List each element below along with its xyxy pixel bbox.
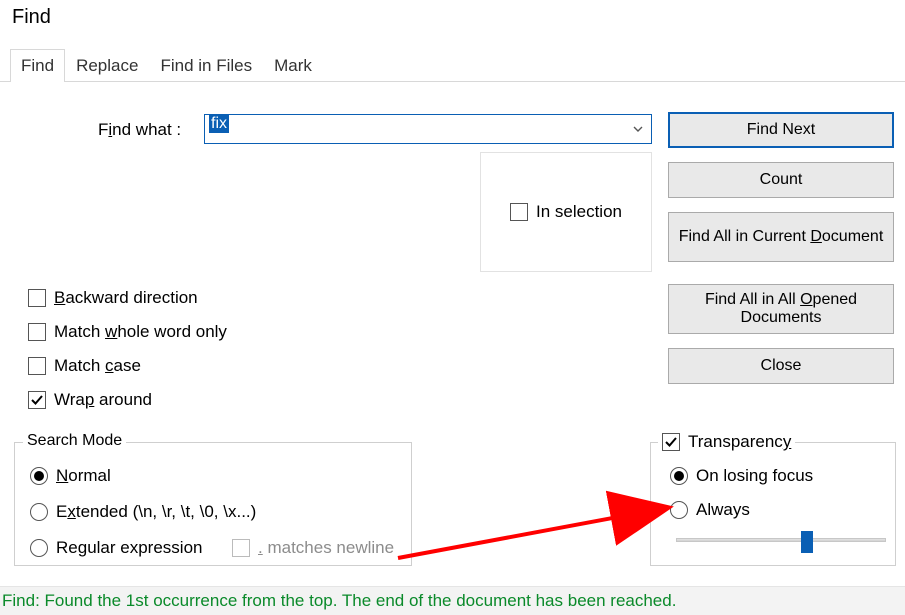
wrap-around-checkbox[interactable]: Wrap around	[28, 390, 152, 410]
in-selection-label: In selection	[536, 202, 622, 222]
checkbox-icon	[28, 357, 46, 375]
search-mode-regex-label: Regular expression	[56, 538, 202, 558]
transparency-always-label: Always	[696, 500, 750, 520]
transparency-always-radio[interactable]: Always	[670, 500, 750, 520]
tab-strip: Find Replace Find in Files Mark	[0, 46, 905, 82]
check-icon	[665, 436, 677, 448]
match-whole-word-checkbox[interactable]: Match whole word only	[28, 322, 227, 342]
tab-find-in-files[interactable]: Find in Files	[149, 49, 263, 82]
find-what-dropdown[interactable]	[625, 115, 651, 143]
find-what-input[interactable]: fix	[204, 114, 652, 144]
annotation-arrow	[394, 488, 694, 568]
matches-newline-label: . matches newline	[258, 538, 394, 558]
wrap-around-label: Wrap around	[54, 390, 152, 410]
search-mode-legend: Search Mode	[23, 432, 126, 450]
in-selection-panel: In selection	[480, 152, 652, 272]
search-mode-extended-label: Extended (\n, \r, \t, \0, \x...)	[56, 502, 256, 522]
tab-replace[interactable]: Replace	[65, 49, 149, 82]
radio-icon	[670, 467, 688, 485]
in-selection-checkbox[interactable]: In selection	[510, 202, 622, 222]
search-mode-normal-label: Normal	[56, 466, 111, 486]
slider-thumb[interactable]	[801, 531, 813, 553]
window-title: Find	[12, 6, 51, 29]
transparency-checkbox[interactable]: Transparency	[658, 432, 795, 452]
find-all-opened-docs-button[interactable]: Find All in All Opened Documents	[668, 284, 894, 334]
checkbox-icon	[28, 323, 46, 341]
transparency-on-losing-focus-radio[interactable]: On losing focus	[670, 466, 813, 486]
find-what-label: Find what :	[98, 120, 181, 140]
match-case-label: Match case	[54, 356, 141, 376]
backward-direction-checkbox[interactable]: Backward direction	[28, 288, 198, 308]
checkbox-icon	[662, 433, 680, 451]
radio-icon	[30, 539, 48, 557]
radio-icon	[30, 503, 48, 521]
chevron-down-icon	[632, 123, 644, 135]
transparency-on-losing-focus-label: On losing focus	[696, 466, 813, 486]
find-what-value[interactable]: fix	[205, 115, 625, 143]
match-case-checkbox[interactable]: Match case	[28, 356, 141, 376]
checkbox-icon	[28, 391, 46, 409]
tab-mark[interactable]: Mark	[263, 49, 323, 82]
tab-find[interactable]: Find	[10, 49, 65, 82]
checkbox-icon	[510, 203, 528, 221]
search-mode-extended-radio[interactable]: Extended (\n, \r, \t, \0, \x...)	[30, 502, 256, 522]
checkbox-icon	[28, 289, 46, 307]
find-next-button[interactable]: Find Next	[668, 112, 894, 148]
check-icon	[31, 394, 43, 406]
transparency-slider[interactable]	[676, 533, 886, 549]
search-mode-normal-radio[interactable]: Normal	[30, 466, 111, 486]
match-whole-word-label: Match whole word only	[54, 322, 227, 342]
checkbox-icon	[232, 539, 250, 557]
status-bar: Find: Found the 1st occurrence from the …	[0, 586, 905, 615]
radio-icon	[670, 501, 688, 519]
radio-icon	[30, 467, 48, 485]
find-all-current-doc-button[interactable]: Find All in Current Document	[668, 212, 894, 262]
search-mode-regex-radio[interactable]: Regular expression	[30, 538, 202, 558]
matches-newline-checkbox: . matches newline	[232, 538, 394, 558]
transparency-label: Transparency	[688, 432, 791, 452]
backward-direction-label: Backward direction	[54, 288, 198, 308]
count-button[interactable]: Count	[668, 162, 894, 198]
close-button[interactable]: Close	[668, 348, 894, 384]
slider-track	[676, 538, 886, 542]
